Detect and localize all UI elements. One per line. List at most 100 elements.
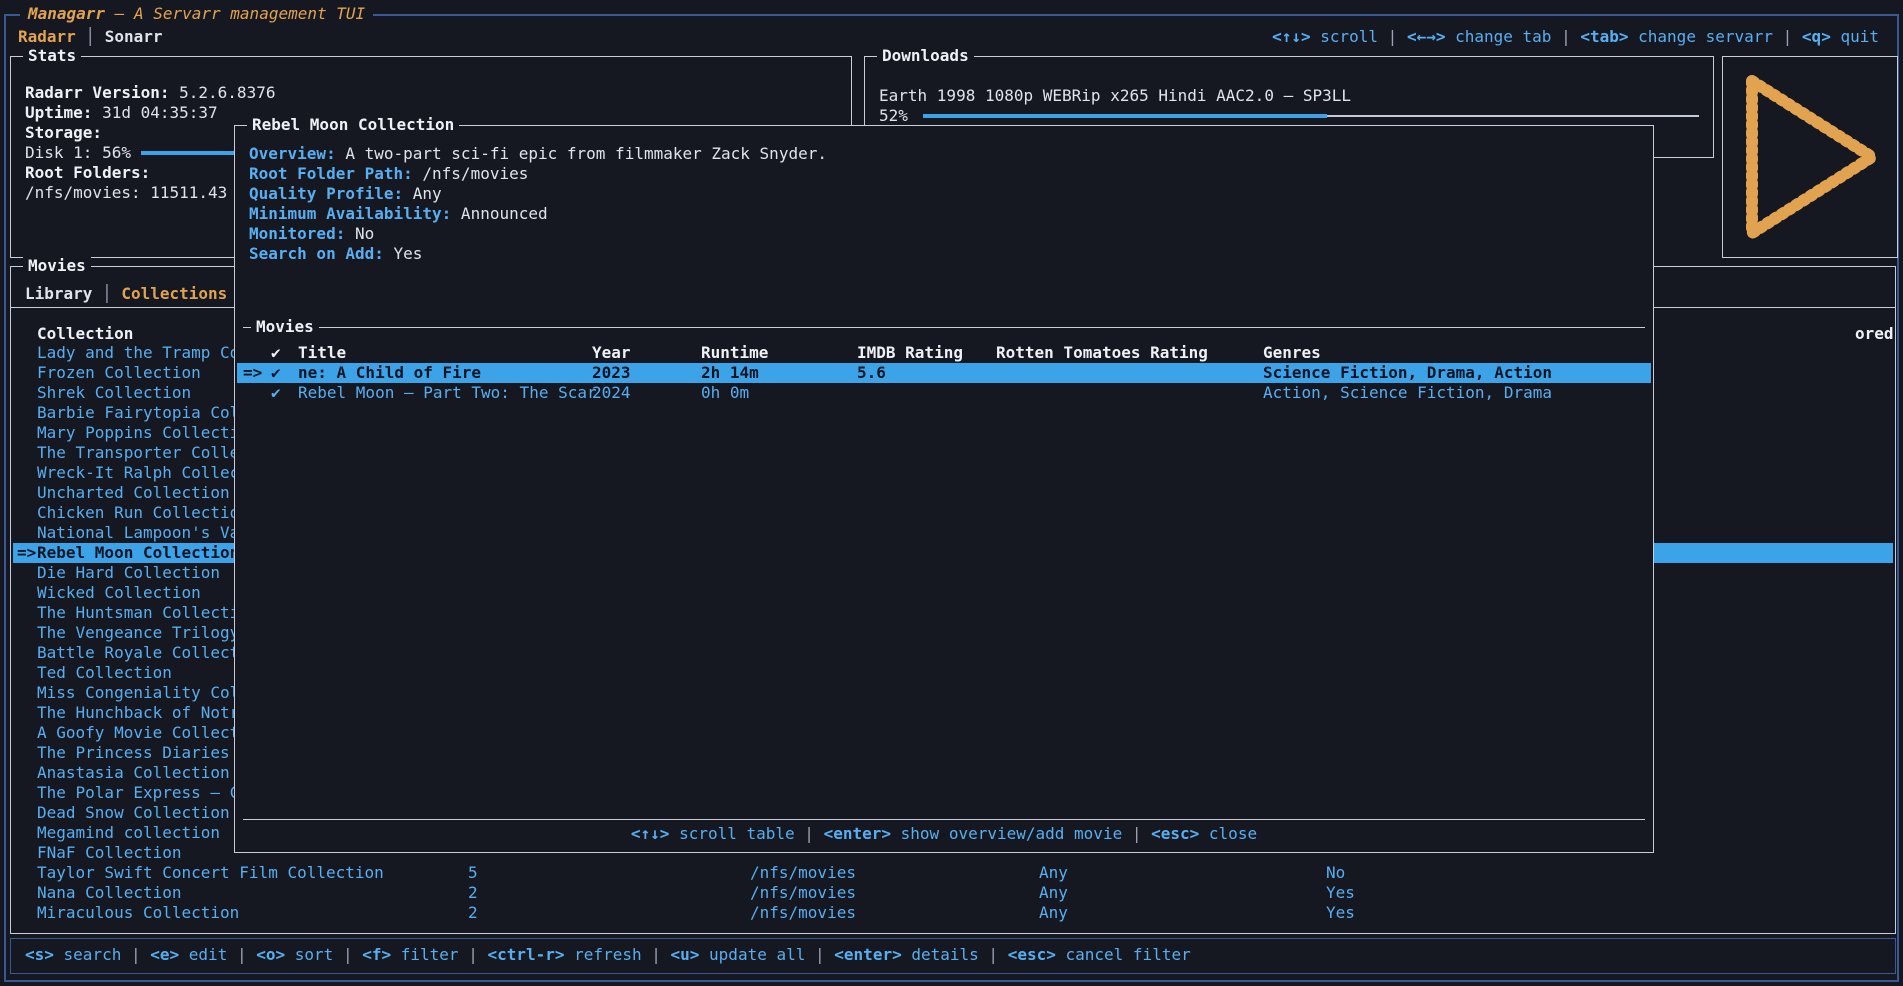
collection-name: Ted Collection xyxy=(37,663,172,683)
storage-label: Storage: xyxy=(25,123,102,142)
movie-title: Rebel Moon – Part Two: The Scar xyxy=(298,383,597,403)
movies-table-top-border xyxy=(243,327,1645,328)
servarr-tabs: Radarr │ Sonarr xyxy=(18,27,163,47)
movie-count: 5 xyxy=(468,863,478,883)
keybind-label: scroll xyxy=(1311,27,1378,46)
download-progress: 52% xyxy=(879,106,908,126)
keybind-key: <←→> xyxy=(1407,27,1446,46)
collection-name: Rebel Moon Collection xyxy=(37,543,239,563)
bottom-keybinds: <s> search | <e> edit | <o> sort | <f> f… xyxy=(25,939,1191,971)
movie-runtime: 2h 14m xyxy=(701,363,759,383)
keybind-separator: | xyxy=(1122,824,1151,843)
collection-name: The Vengeance Trilogy xyxy=(37,623,239,643)
keybind-key: <↑↓> xyxy=(631,824,670,843)
imdb-rating-column-header: IMDB Rating xyxy=(857,343,963,363)
version-label: Radarr Version: xyxy=(25,83,170,102)
search-on-add: Yes xyxy=(1326,903,1355,923)
collection-name: Wicked Collection xyxy=(37,583,201,603)
collection-row[interactable]: Nana Collection2/nfs/moviesAnyYes xyxy=(13,883,1893,903)
monitored-check-icon: ✔ xyxy=(271,363,281,383)
app-brand: Managarr xyxy=(28,4,105,23)
collection-name: The Polar Express – C xyxy=(37,783,239,803)
collection-name: A Goofy Movie Collect xyxy=(37,723,239,743)
keybind-key: <e> xyxy=(150,945,179,964)
collection-name: Wreck-It Ralph Collec xyxy=(37,463,239,483)
storage-heading: Storage: xyxy=(25,123,102,143)
collection-name: Chicken Run Collectio xyxy=(37,503,239,523)
keybind-key: <s> xyxy=(25,945,54,964)
keybind-separator: | xyxy=(1378,27,1407,46)
collection-field: Root Folder Path: /nfs/movies xyxy=(249,164,528,184)
collection-name: Megamind collection xyxy=(37,823,220,843)
download-item: Earth 1998 1080p WEBRip x265 Hindi AAC2.… xyxy=(879,86,1351,106)
selection-arrow: => xyxy=(17,543,36,563)
gauge-track xyxy=(1327,115,1699,117)
keybind-separator: | xyxy=(805,945,834,964)
keybind-separator: | xyxy=(979,945,1008,964)
keybind-separator: | xyxy=(1773,27,1802,46)
keybind-separator: | xyxy=(795,824,824,843)
keybind-label: refresh xyxy=(565,945,642,964)
downloads-panel-title: Downloads xyxy=(877,46,974,66)
keybind-key: <tab> xyxy=(1580,27,1628,46)
collection-name: Shrek Collection xyxy=(37,383,191,403)
field-value: No xyxy=(345,224,374,243)
collection-field: Quality Profile: Any xyxy=(249,184,442,204)
download-item-title: Earth 1998 1080p WEBRip x265 Hindi AAC2.… xyxy=(879,86,1351,105)
root-folders-label: Root Folders: xyxy=(25,163,150,182)
keybind-key: <q> xyxy=(1802,27,1831,46)
search-on-add: No xyxy=(1326,863,1345,883)
collection-name: Battle Royale Collect xyxy=(37,643,239,663)
root-folder-path: /nfs/movies xyxy=(750,883,856,903)
uptime: Uptime: 31d 04:35:37 xyxy=(25,103,218,123)
keybind-label: sort xyxy=(285,945,333,964)
modal-keybinds: <↑↓> scroll table | <enter> show overvie… xyxy=(235,824,1653,844)
movies-table-header: ✔TitleYearRuntimeIMDB RatingRotten Tomat… xyxy=(237,343,1651,363)
field-label: Search on Add: xyxy=(249,244,384,263)
collection-row[interactable]: Miraculous Collection2/nfs/moviesAnyYes xyxy=(13,903,1893,923)
movie-row[interactable]: ✔ Rebel Moon – Part Two: The Scar2024 0h 0… xyxy=(237,383,1651,403)
tab-separator: │ xyxy=(76,27,105,46)
rotten-tomatoes-rating-column-header: Rotten Tomatoes Rating xyxy=(996,343,1208,363)
app-subtitle: – A Servarr management TUI xyxy=(105,4,365,23)
keybind-label: filter xyxy=(391,945,458,964)
field-label: Monitored: xyxy=(249,224,345,243)
collection-row[interactable]: Taylor Swift Concert Film Collection5/nf… xyxy=(13,863,1893,883)
keybind-label: close xyxy=(1199,824,1257,843)
movie-year: 2024 xyxy=(592,383,631,403)
keybind-key: <ctrl-r> xyxy=(487,945,564,964)
field-value: Yes xyxy=(384,244,423,263)
collection-name: Uncharted Collection xyxy=(37,483,230,503)
collection-field: Overview: A two-part sci-fi epic from fi… xyxy=(249,144,827,164)
radarr-version: Radarr Version: 5.2.6.8376 xyxy=(25,83,275,103)
download-percent: 52% xyxy=(879,106,908,125)
keybind-label: show overview/add movie xyxy=(891,824,1122,843)
keybind-label: edit xyxy=(179,945,227,964)
collection-name: FNaF Collection xyxy=(37,843,182,863)
keybind-separator: | xyxy=(121,945,150,964)
movie-runtime: 0h 0m xyxy=(701,383,749,403)
stats-panel-title: Stats xyxy=(23,46,81,66)
app-title: Managarr – A Servarr management TUI xyxy=(20,3,373,25)
keybind-label: cancel filter xyxy=(1056,945,1191,964)
root-folder-path: /nfs/movies xyxy=(750,863,856,883)
collection-details-modal: Rebel Moon Collection Overview: A two-pa… xyxy=(234,125,1654,853)
movie-genres: Science Fiction, Drama, Action xyxy=(1263,363,1552,383)
root-folder-path: /nfs/movies xyxy=(750,903,856,923)
movie-row[interactable]: =>✔ne: A Child of Fire20232h 14m5.6Scien… xyxy=(237,363,1651,383)
tab-sonarr[interactable]: Sonarr xyxy=(105,27,163,46)
top-keybinds: <↑↓> scroll | <←→> change tab | <tab> ch… xyxy=(1272,27,1879,47)
field-label: Overview: xyxy=(249,144,336,163)
tab-radarr[interactable]: Radarr xyxy=(18,27,76,46)
collection-name: Nana Collection xyxy=(37,883,182,903)
movie-title: ne: A Child of Fire xyxy=(298,363,481,383)
collection-name: Mary Poppins Collecti xyxy=(37,423,239,443)
genres-column-header: Genres xyxy=(1263,343,1321,363)
root-folder-entry: /nfs/movies: 11511.43 GB xyxy=(25,183,256,203)
monitored-check-icon: ✔ xyxy=(271,383,281,403)
version-value: 5.2.6.8376 xyxy=(170,83,276,102)
quality-profile: Any xyxy=(1039,903,1068,923)
movies-table-title: Movies xyxy=(251,317,319,337)
field-value: A two-part sci-fi epic from filmmaker Za… xyxy=(336,144,827,163)
keybind-label: update all xyxy=(699,945,805,964)
